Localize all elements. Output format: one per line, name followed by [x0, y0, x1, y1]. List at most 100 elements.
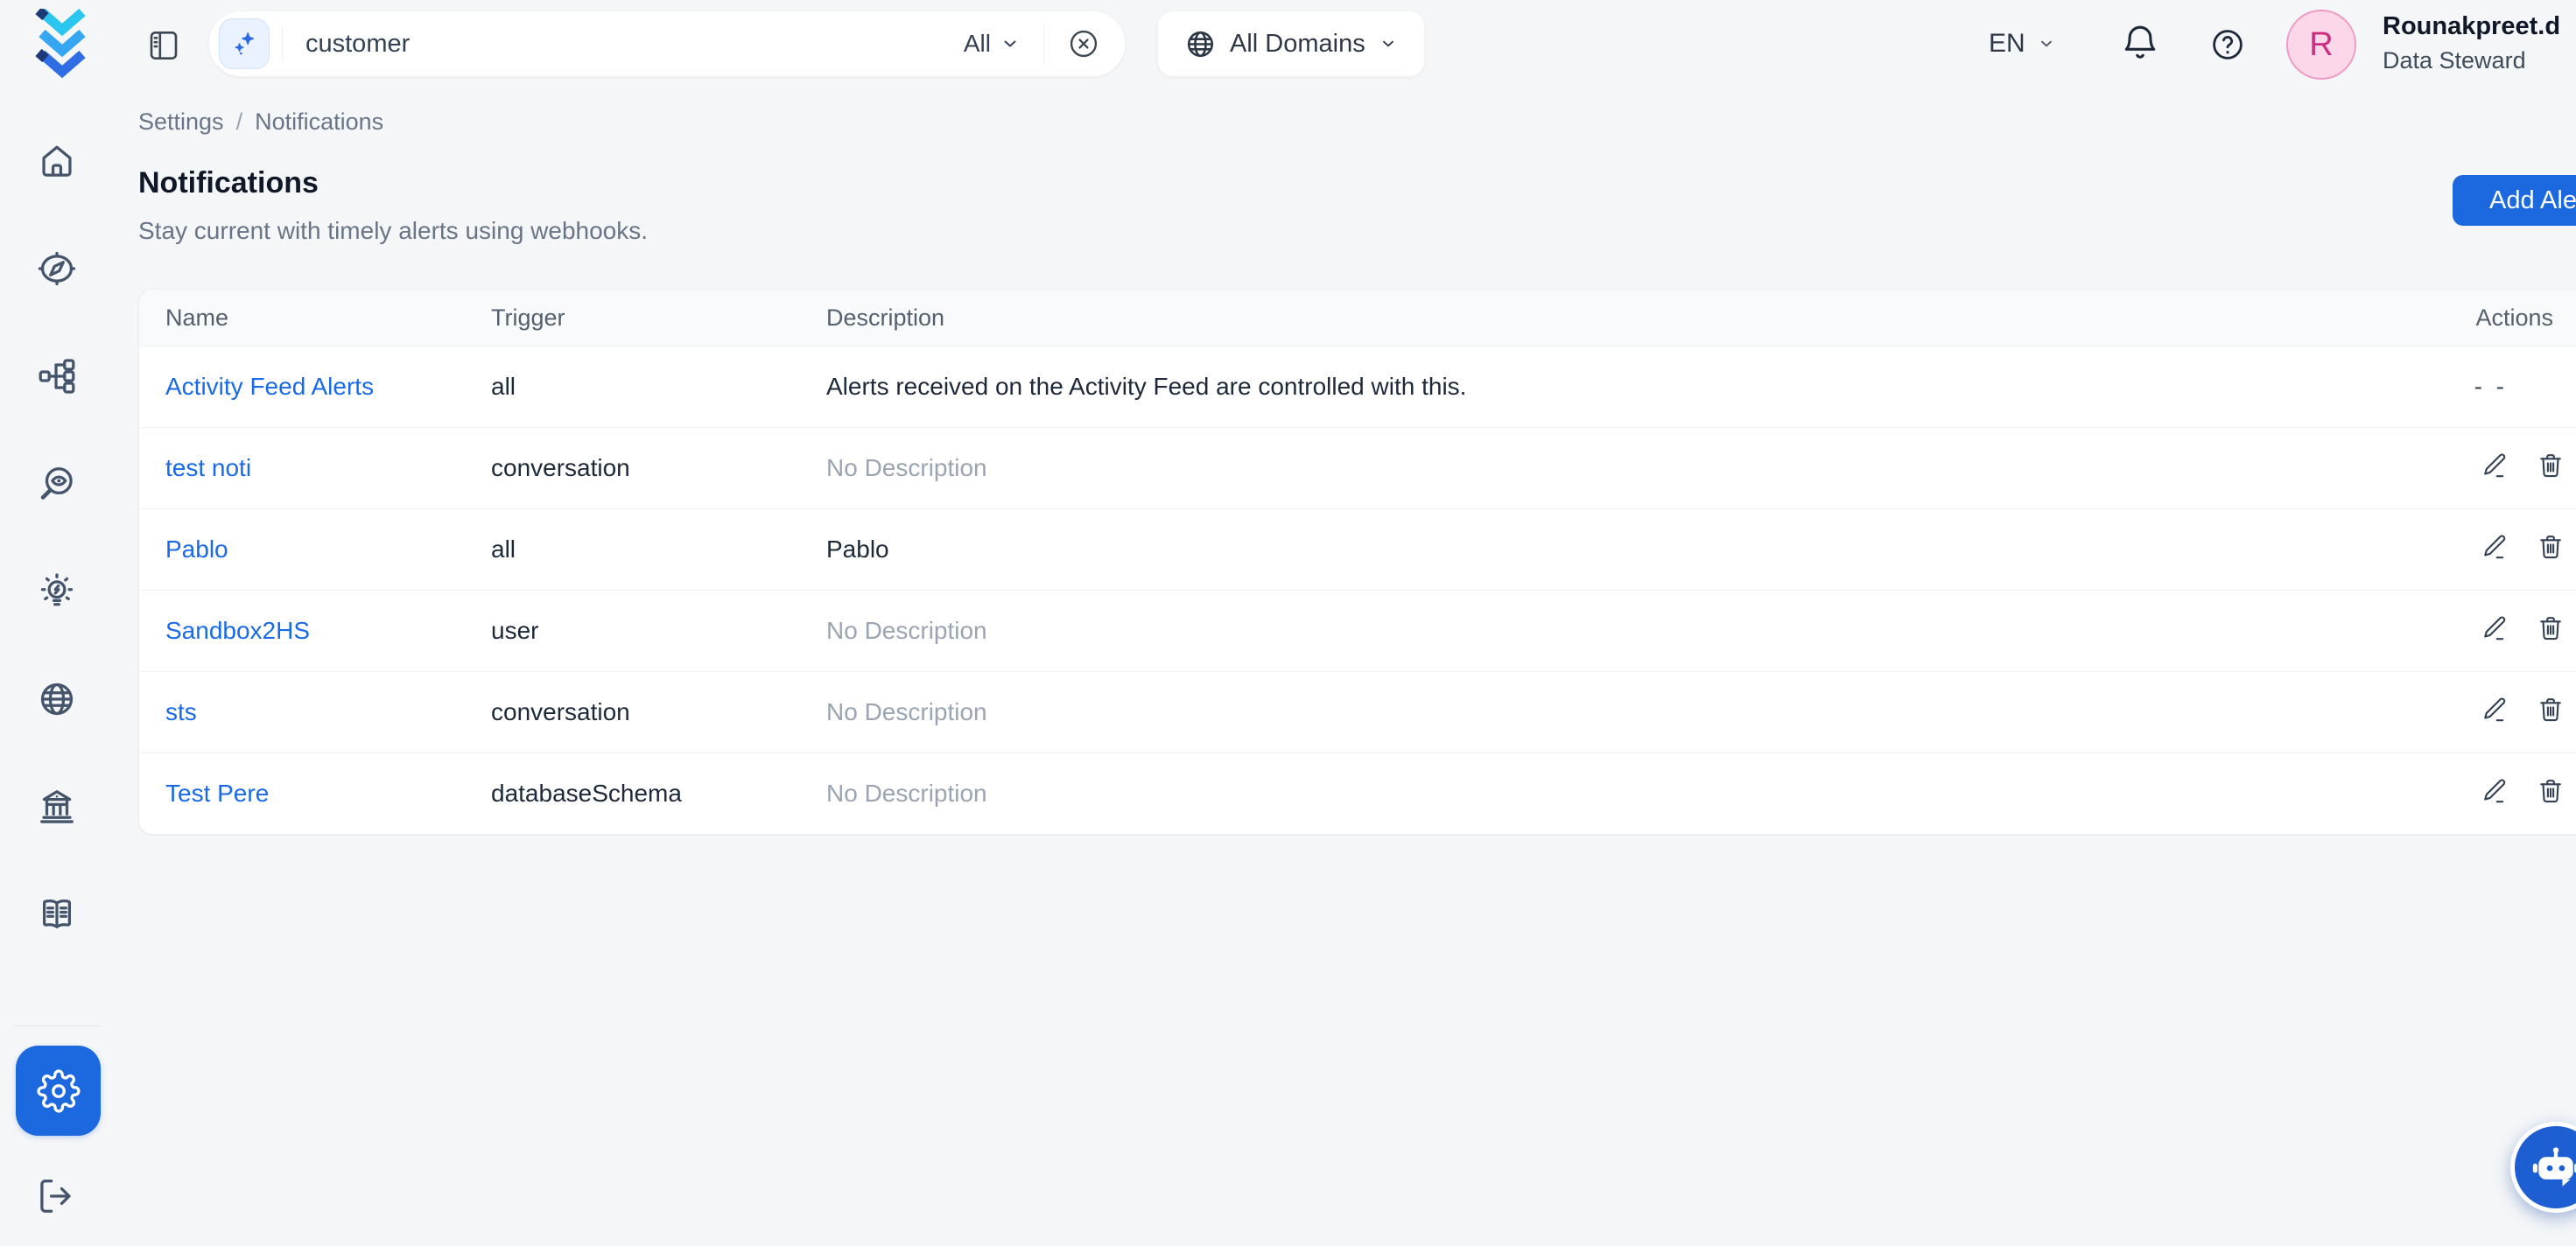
avatar-initial: R [2309, 26, 2333, 64]
table-row: Test Pere databaseSchema No Description [139, 752, 2576, 834]
alert-actions [2308, 695, 2576, 731]
edit-icon[interactable] [2480, 695, 2509, 731]
column-header-name: Name [139, 304, 465, 332]
page-subtitle: Stay current with timely alerts using we… [138, 217, 648, 245]
page-title: Notifications [138, 166, 319, 200]
sidebar-item-insights[interactable] [0, 537, 114, 645]
alert-description: Pablo [800, 536, 2308, 564]
search-input[interactable] [283, 30, 964, 59]
lineage-icon [37, 356, 77, 396]
user-role: Data Steward [2383, 47, 2576, 74]
add-alert-button[interactable]: Add Alert [2453, 175, 2576, 226]
domains-label: All Domains [1230, 30, 1365, 59]
alert-description: No Description [800, 454, 2308, 482]
language-label: EN [1989, 29, 2025, 59]
notifications-bell-button[interactable] [2120, 23, 2162, 65]
sidebar-nav [0, 107, 114, 968]
notifications-table: Name Trigger Description Actions Activit… [138, 289, 2576, 835]
edit-icon[interactable] [2480, 451, 2509, 486]
user-avatar[interactable]: R [2286, 10, 2356, 80]
ai-search-icon[interactable] [219, 18, 270, 69]
alert-trigger: all [465, 373, 800, 401]
table-header: Name Trigger Description Actions [139, 290, 2576, 346]
govern-icon [37, 787, 77, 827]
domains-globe-icon [37, 679, 77, 719]
alert-name-link[interactable]: Pablo [139, 536, 465, 564]
sidebar-item-lineage[interactable] [0, 322, 114, 430]
breadcrumb-settings[interactable]: Settings [138, 108, 224, 136]
app-root: All All Domains EN R Rounakpreet.d Data … [0, 0, 2576, 1246]
language-dropdown[interactable]: EN [1989, 19, 2056, 68]
help-button[interactable] [2209, 25, 2248, 64]
bell-icon [2120, 24, 2162, 64]
search-clear-button[interactable] [1067, 26, 1102, 61]
delete-icon[interactable] [2536, 532, 2565, 568]
alert-name-link[interactable]: Activity Feed Alerts [139, 373, 465, 401]
sidebar-item-home[interactable] [0, 107, 114, 214]
alert-trigger: databaseSchema [465, 780, 800, 808]
no-actions-placeholder: - - [2308, 373, 2576, 401]
clear-circle-icon [1067, 27, 1102, 60]
alert-description: No Description [800, 698, 2308, 726]
sidebar-toggle-button[interactable] [145, 26, 184, 65]
logout-button[interactable] [36, 1174, 80, 1218]
column-header-description: Description [800, 304, 2308, 332]
help-circle-icon [2209, 26, 2248, 63]
alert-trigger: conversation [465, 698, 800, 726]
edit-icon[interactable] [2480, 532, 2509, 568]
breadcrumb-separator: / [236, 108, 243, 136]
sidebar-item-govern[interactable] [0, 752, 114, 860]
table-row: sts conversation No Description [139, 671, 2576, 752]
table-body: Activity Feed Alerts all Alerts received… [139, 346, 2576, 834]
breadcrumb-notifications: Notifications [255, 108, 383, 136]
sidebar [0, 0, 114, 1246]
alert-description: Alerts received on the Activity Feed are… [800, 373, 2308, 401]
alert-actions [2308, 776, 2576, 812]
alert-name-link[interactable]: sts [139, 698, 465, 726]
delete-icon[interactable] [2536, 451, 2565, 486]
app-logo-icon[interactable] [35, 9, 89, 80]
table-row: test noti conversation No Description [139, 427, 2576, 508]
alert-trigger: conversation [465, 454, 800, 482]
alert-name-link[interactable]: Sandbox2HS [139, 617, 465, 645]
user-menu[interactable]: Rounakpreet.d Data Steward [2383, 12, 2576, 74]
edit-icon[interactable] [2480, 613, 2509, 649]
alert-actions [2308, 613, 2576, 649]
edit-icon[interactable] [2480, 776, 2509, 812]
table-row: Activity Feed Alerts all Alerts received… [139, 346, 2576, 427]
settings-gear-icon [37, 1069, 81, 1113]
alert-name-link[interactable]: Test Pere [139, 780, 465, 808]
sidebar-item-explore-compass[interactable] [0, 214, 114, 322]
panel-toggle-icon [145, 27, 184, 64]
column-header-trigger: Trigger [465, 304, 800, 332]
global-search-bar: All [208, 10, 1126, 77]
alert-description: No Description [800, 780, 2308, 808]
domains-dropdown[interactable]: All Domains [1157, 10, 1425, 77]
sidebar-item-glossary-book[interactable] [0, 860, 114, 968]
chevron-down-icon [1000, 33, 1021, 54]
home-icon [37, 141, 77, 181]
delete-icon[interactable] [2536, 776, 2565, 812]
ai-assistant-button[interactable] [2510, 1122, 2576, 1213]
sidebar-item-settings[interactable] [16, 1046, 101, 1136]
alert-actions [2308, 532, 2576, 568]
alert-actions [2308, 451, 2576, 486]
breadcrumb: Settings / Notifications [138, 108, 383, 136]
sidebar-item-domains-globe[interactable] [0, 645, 114, 752]
globe-icon [1184, 28, 1217, 60]
user-name: Rounakpreet.d [2383, 12, 2576, 41]
robot-icon [2528, 1139, 2576, 1195]
search-scope-label: All [964, 30, 991, 58]
table-row: Sandbox2HS user No Description [139, 590, 2576, 671]
alert-trigger: all [465, 536, 800, 564]
explore-compass-icon [37, 248, 77, 289]
search-scope-dropdown[interactable]: All [964, 30, 1021, 58]
search-divider [1043, 24, 1044, 64]
alert-name-link[interactable]: test noti [139, 454, 465, 482]
delete-icon[interactable] [2536, 613, 2565, 649]
delete-icon[interactable] [2536, 695, 2565, 731]
sidebar-item-observability[interactable] [0, 430, 114, 537]
chevron-down-icon [1379, 34, 1398, 53]
table-row: Pablo all Pablo [139, 508, 2576, 590]
observability-icon [37, 464, 77, 504]
